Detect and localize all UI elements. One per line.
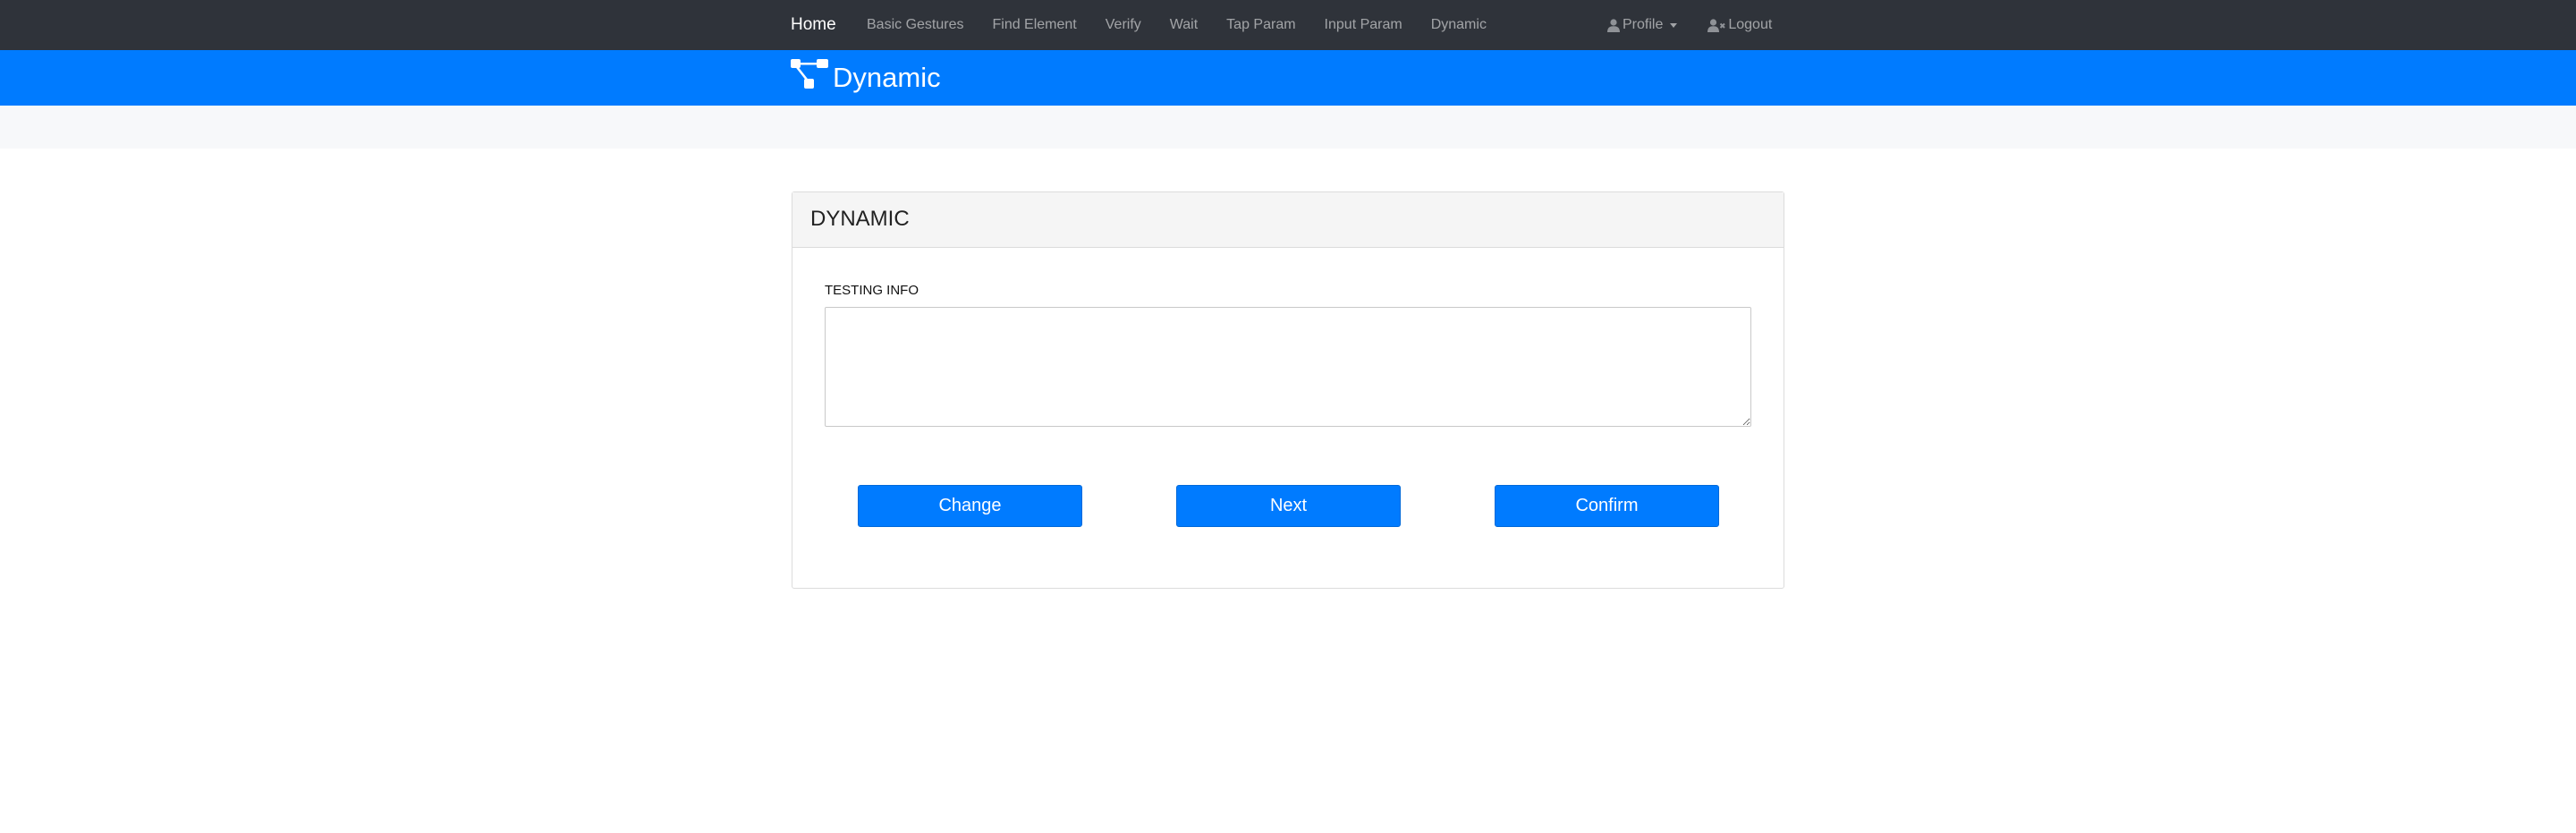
card-title: DYNAMIC — [792, 192, 1784, 248]
nav-user-menu: Profile Logout — [1607, 0, 1772, 50]
confirm-button[interactable]: Confirm — [1495, 485, 1719, 527]
nav-home-link[interactable]: Home — [791, 0, 836, 50]
card-body: TESTING INFO Change Next Confirm — [792, 248, 1784, 588]
nav-links: Basic Gestures Find Element Verify Wait … — [867, 0, 1515, 50]
nav-link-verify[interactable]: Verify — [1106, 17, 1141, 33]
change-button[interactable]: Change — [858, 485, 1082, 527]
nav-link-tap-param[interactable]: Tap Param — [1226, 17, 1295, 33]
sitemap-icon — [791, 59, 828, 94]
subheader-band — [0, 106, 2576, 149]
profile-dropdown[interactable]: Profile — [1607, 17, 1678, 33]
next-button[interactable]: Next — [1176, 485, 1401, 527]
nav-link-dynamic[interactable]: Dynamic — [1431, 17, 1487, 33]
top-navbar: Home Basic Gestures Find Element Verify … — [0, 0, 2576, 50]
nav-link-wait[interactable]: Wait — [1170, 17, 1198, 33]
page-title: Dynamic — [833, 62, 941, 93]
profile-label: Profile — [1623, 17, 1664, 32]
user-icon — [1607, 18, 1620, 32]
testing-info-textarea[interactable] — [825, 307, 1751, 427]
logout-link[interactable]: Logout — [1707, 17, 1772, 33]
dynamic-card: DYNAMIC TESTING INFO Change Next Confirm — [792, 191, 1784, 589]
user-logout-icon — [1707, 18, 1726, 32]
nav-link-basic-gestures[interactable]: Basic Gestures — [867, 17, 963, 33]
caret-down-icon — [1670, 22, 1678, 28]
nav-link-input-param[interactable]: Input Param — [1325, 17, 1402, 33]
page-header: Dynamic — [0, 50, 2576, 106]
testing-info-label: TESTING INFO — [825, 283, 919, 298]
nav-link-find-element[interactable]: Find Element — [992, 17, 1076, 33]
logout-label: Logout — [1728, 17, 1773, 32]
